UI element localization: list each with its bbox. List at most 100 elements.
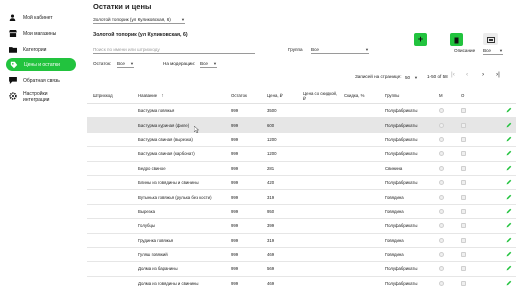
cell-stock[interactable]: 999 bbox=[231, 205, 238, 218]
cell-price[interactable]: 1200 bbox=[267, 147, 277, 160]
cell-price[interactable]: 950 bbox=[267, 205, 274, 218]
cell-price[interactable]: 420 bbox=[267, 176, 274, 189]
moderation-radio[interactable] bbox=[439, 277, 444, 289]
cell-stock[interactable]: 999 bbox=[231, 248, 238, 261]
header-price[interactable]: Цена, ₽ bbox=[267, 88, 282, 103]
last-page-button[interactable]: ›| bbox=[496, 71, 500, 78]
description-checkbox[interactable] bbox=[461, 176, 466, 189]
header-barcode[interactable]: Штрихкод bbox=[93, 88, 113, 103]
cell-price[interactable]: 281 bbox=[267, 162, 274, 175]
table-row[interactable]: Голубцы 999 399 Полуфабрикаты bbox=[87, 219, 516, 234]
edit-button[interactable] bbox=[506, 147, 512, 160]
edit-button[interactable] bbox=[506, 248, 512, 261]
cell-stock[interactable]: 999 bbox=[231, 118, 238, 131]
moderation-radio[interactable] bbox=[439, 234, 444, 247]
header-groups[interactable]: Группы bbox=[385, 88, 399, 103]
description-checkbox[interactable] bbox=[461, 234, 466, 247]
description-checkbox[interactable] bbox=[461, 104, 466, 117]
table-row[interactable]: Долма из баранины 999 569 Полуфабрикаты bbox=[87, 262, 516, 277]
store-select[interactable]: Золотой топорик (ул Куликовская, 6) ▼ bbox=[93, 15, 185, 24]
description-checkbox[interactable] bbox=[461, 262, 466, 275]
search-input[interactable]: Поиск по имени или штрихкоду bbox=[93, 45, 255, 54]
moderation-radio[interactable] bbox=[439, 262, 444, 275]
edit-button[interactable] bbox=[506, 234, 512, 247]
description-checkbox[interactable] bbox=[461, 205, 466, 218]
cell-price[interactable]: 1200 bbox=[267, 133, 277, 146]
cell-stock[interactable]: 999 bbox=[231, 219, 238, 232]
description-checkbox[interactable] bbox=[461, 248, 466, 261]
header-discount-price[interactable]: Цена со скидкой, ₽ bbox=[303, 88, 341, 103]
table-row[interactable]: Вутынька говяжья (рулька без кости) 999 31… bbox=[87, 190, 516, 205]
cell-price[interactable]: 319 bbox=[267, 234, 274, 247]
cell-price[interactable]: 319 bbox=[267, 190, 274, 203]
moderation-select[interactable]: Все ▼ bbox=[200, 59, 217, 68]
table-row[interactable]: Бедро свиное 999 281 Свинина bbox=[87, 162, 516, 176]
description-select[interactable]: Все ▼ bbox=[483, 46, 503, 55]
edit-button[interactable] bbox=[506, 262, 512, 275]
description-checkbox[interactable] bbox=[461, 190, 466, 203]
cell-stock[interactable]: 999 bbox=[231, 190, 238, 203]
stock-select[interactable]: Все ▼ bbox=[117, 59, 134, 68]
cell-stock[interactable]: 999 bbox=[231, 262, 238, 275]
header-discount[interactable]: Скидка, % bbox=[344, 88, 364, 103]
sidebar-item-my-stores[interactable]: Мои магазины bbox=[8, 28, 56, 39]
moderation-radio[interactable] bbox=[439, 248, 444, 261]
sidebar-item-my-cabinet[interactable]: Мой кабинет bbox=[8, 12, 53, 23]
cell-stock[interactable]: 999 bbox=[231, 277, 238, 289]
edit-button[interactable] bbox=[506, 219, 512, 232]
description-checkbox[interactable] bbox=[461, 219, 466, 232]
edit-button[interactable] bbox=[506, 133, 512, 146]
edit-button[interactable] bbox=[506, 162, 512, 175]
cell-stock[interactable]: 999 bbox=[231, 147, 238, 160]
edit-button[interactable] bbox=[506, 104, 512, 117]
table-row[interactable]: Бастурма свиная (вырезка) 999 1200 Полуфабр… bbox=[87, 133, 516, 148]
table-row[interactable]: Долма из говядины и свинины 999 469 Полуфаб… bbox=[87, 277, 516, 289]
description-checkbox[interactable] bbox=[461, 277, 466, 289]
moderation-radio[interactable] bbox=[439, 118, 444, 131]
sidebar-item-integration-settings[interactable]: Настройки интеграции bbox=[8, 91, 49, 105]
cell-stock[interactable]: 999 bbox=[231, 133, 238, 146]
cell-price[interactable]: 469 bbox=[267, 248, 274, 261]
moderation-radio[interactable] bbox=[439, 190, 444, 203]
edit-button[interactable] bbox=[506, 118, 512, 131]
description-checkbox[interactable] bbox=[461, 162, 466, 175]
table-row[interactable]: Вырезка 999 950 Говядина bbox=[87, 205, 516, 220]
description-checkbox[interactable] bbox=[461, 133, 466, 146]
header-m[interactable]: М bbox=[439, 88, 443, 103]
table-row[interactable]: Бастурма свиная (карбонат) 999 1200 Полуфаб… bbox=[87, 147, 516, 162]
group-select[interactable]: Все ▼ bbox=[311, 45, 369, 54]
table-row[interactable]: Грудинка говяжья 999 319 Говядина bbox=[87, 234, 516, 248]
edit-button[interactable] bbox=[506, 277, 512, 289]
moderation-radio[interactable] bbox=[439, 104, 444, 117]
header-name[interactable]: Название ↑ bbox=[138, 88, 164, 103]
sidebar-item-categories[interactable]: Категории bbox=[8, 44, 46, 55]
header-stock[interactable]: Остаток bbox=[231, 88, 247, 103]
cell-stock[interactable]: 999 bbox=[231, 234, 238, 247]
prev-page-button[interactable]: ‹ bbox=[466, 71, 468, 78]
add-button[interactable]: + bbox=[414, 33, 427, 46]
edit-button[interactable] bbox=[506, 176, 512, 189]
cell-price[interactable]: 469 bbox=[267, 277, 274, 289]
cell-price[interactable]: 600 bbox=[267, 118, 274, 131]
description-checkbox[interactable] bbox=[461, 147, 466, 160]
download-button[interactable] bbox=[450, 33, 463, 46]
cell-price[interactable]: 399 bbox=[267, 219, 274, 232]
header-o[interactable]: О bbox=[461, 88, 464, 103]
table-row[interactable]: Бастурма говяжья 999 3500 Полуфабрикаты bbox=[87, 104, 516, 119]
edit-button[interactable] bbox=[506, 205, 512, 218]
cell-price[interactable]: 3500 bbox=[267, 104, 277, 117]
moderation-radio[interactable] bbox=[439, 219, 444, 232]
table-row[interactable]: Блины из говядины и свинины 999 420 Полуфаб… bbox=[87, 176, 516, 191]
cell-stock[interactable]: 999 bbox=[231, 176, 238, 189]
moderation-radio[interactable] bbox=[439, 176, 444, 189]
table-row[interactable]: Бастурма куриная (филе) 999 600 Полуфабрика… bbox=[87, 118, 516, 133]
sidebar-item-prices-stocks[interactable]: Цены и остатки bbox=[6, 58, 76, 71]
per-page-select[interactable]: 50 ▼ bbox=[405, 73, 418, 81]
moderation-radio[interactable] bbox=[439, 205, 444, 218]
first-page-button[interactable]: |‹ bbox=[451, 71, 455, 78]
next-page-button[interactable]: › bbox=[482, 71, 484, 78]
edit-button[interactable] bbox=[506, 190, 512, 203]
cell-price[interactable]: 569 bbox=[267, 262, 274, 275]
moderation-radio[interactable] bbox=[439, 162, 444, 175]
description-checkbox[interactable] bbox=[461, 118, 466, 131]
